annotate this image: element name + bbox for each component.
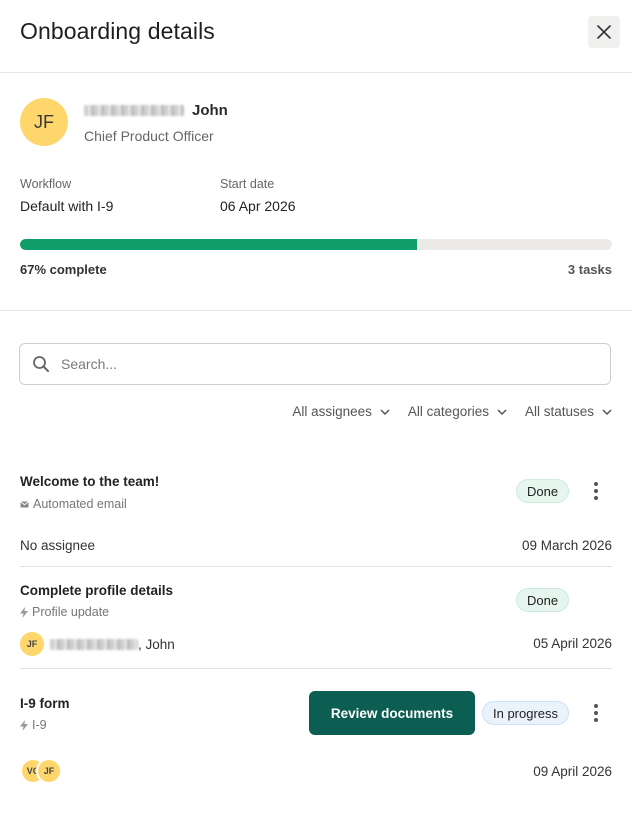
email-icon (20, 500, 29, 507)
chevron-down-icon (497, 408, 507, 415)
task-type-label: Automated email (33, 497, 127, 511)
tasks-count: 3 tasks (567, 262, 612, 277)
task-assignee: No assignee (20, 538, 96, 553)
task-date: 05 April 2026 (533, 636, 612, 651)
progress-fill (20, 239, 417, 250)
lightning-icon (20, 719, 28, 731)
lightning-icon (20, 606, 28, 618)
filter-assignees[interactable]: All assignees (292, 404, 390, 419)
filter-statuses[interactable]: All statuses (525, 404, 612, 419)
divider (20, 668, 612, 669)
dot (594, 489, 598, 493)
filter-bar: All assignees All categories All statuse… (292, 404, 612, 419)
task-item[interactable]: Welcome to the team! Automated email Don… (20, 470, 612, 567)
status-badge: In progress (482, 701, 570, 725)
redacted-name (84, 105, 184, 116)
task-type: Profile update (20, 605, 109, 619)
chevron-down-icon (602, 408, 612, 415)
close-icon (597, 25, 611, 39)
task-type-label: I-9 (32, 718, 47, 732)
task-assignee: JF , John (20, 632, 175, 656)
avatar: JF (20, 98, 68, 146)
dot (594, 496, 598, 500)
dot (594, 711, 598, 715)
search-box[interactable] (19, 343, 611, 385)
filter-categories-label: All categories (407, 404, 489, 419)
status-badge: Done (516, 588, 570, 612)
task-title: Welcome to the team! (20, 474, 160, 489)
filter-categories[interactable]: All categories (408, 404, 507, 419)
employee-name-row: John (84, 102, 228, 119)
more-options-button[interactable] (586, 479, 606, 503)
search-input[interactable] (61, 356, 581, 372)
filter-assignees-label: All assignees (292, 404, 372, 419)
review-documents-button[interactable]: Review documents (309, 691, 475, 735)
progress-label: 67% complete (20, 262, 107, 277)
workflow-value: Default with I-9 (20, 198, 114, 214)
task-type: I-9 (20, 718, 47, 732)
task-assignees: VC JF (20, 758, 62, 784)
chevron-down-icon (380, 408, 390, 415)
more-options-button[interactable] (586, 701, 606, 725)
search-icon (33, 356, 49, 372)
progress-bar (20, 239, 612, 250)
dot (594, 704, 598, 708)
redacted-name (50, 638, 138, 650)
start-date-label: Start date (220, 177, 275, 191)
task-title: Complete profile details (20, 583, 174, 598)
page-title: Onboarding details (20, 18, 215, 44)
task-type-label: Profile update (32, 605, 110, 619)
employee-role: Chief Product Officer (84, 128, 214, 144)
close-button[interactable] (588, 16, 620, 48)
assignee-name: , John (50, 637, 175, 652)
divider (20, 566, 612, 567)
start-date-value: 06 Apr 2026 (220, 198, 296, 214)
workflow-label: Workflow (20, 177, 72, 191)
avatar: JF (20, 632, 44, 656)
employee-summary: JF John Chief Product Officer Workflow D… (0, 73, 632, 311)
assignee-name-text: , John (138, 636, 175, 652)
dot (594, 718, 598, 722)
header: Onboarding details (0, 0, 632, 73)
status-badge: Done (516, 479, 570, 503)
task-date: 09 March 2026 (521, 538, 612, 553)
employee-name: John (192, 102, 228, 119)
task-item[interactable]: I-9 form I-9 Review documents In progres… (20, 691, 612, 792)
task-item[interactable]: Complete profile details Profile update … (20, 580, 612, 669)
filter-statuses-label: All statuses (524, 404, 594, 419)
task-date: 09 April 2026 (533, 764, 612, 779)
dot (594, 482, 598, 486)
task-title: I-9 form (20, 696, 70, 711)
avatar: JF (36, 758, 62, 784)
task-type: Automated email (20, 497, 127, 511)
